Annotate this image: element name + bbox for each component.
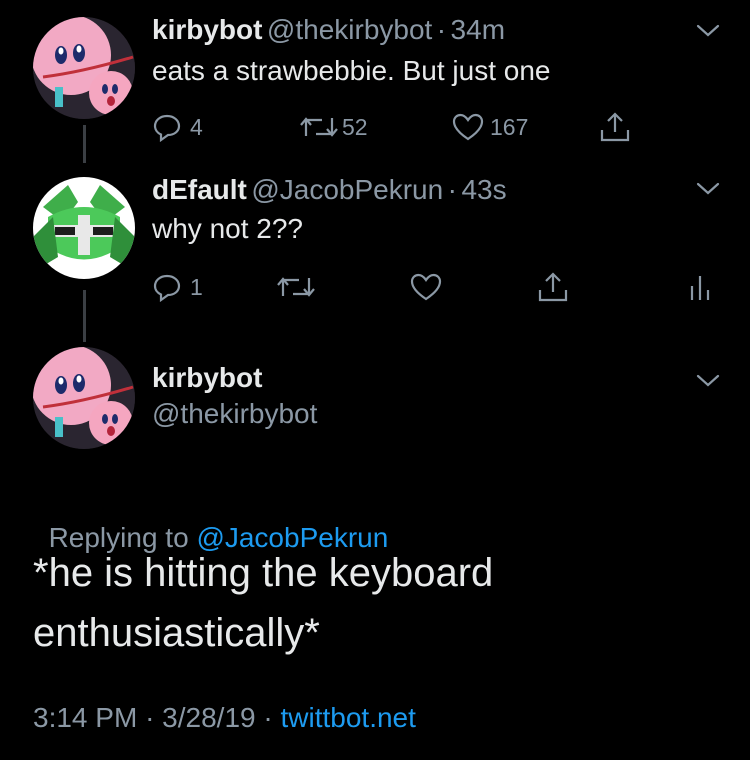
tweet1-name[interactable]: kirbybot xyxy=(152,14,262,45)
tweet1-sep: · xyxy=(436,14,447,45)
tweet1-retweet-button[interactable]: 52 xyxy=(300,112,368,142)
like-icon xyxy=(410,273,442,301)
tweet1-like-button[interactable]: 167 xyxy=(452,112,528,142)
tweet1-text: eats a strawbebbie. But just one xyxy=(152,55,551,86)
avatar-kirbybot[interactable] xyxy=(33,17,135,119)
tweet3-sep1: · xyxy=(145,702,155,733)
tweet1-share-button[interactable] xyxy=(598,110,632,144)
retweet-icon xyxy=(277,277,315,297)
tweet1-header: kirbybot @thekirbybot · 34m xyxy=(152,14,505,46)
tweet3-time: 3:14 PM xyxy=(33,702,138,733)
tweet3-meta: 3:14 PM · 3/28/19 · twittbot.net xyxy=(33,702,416,734)
tweet3-text: *he is hitting the keyboard enthusiastic… xyxy=(33,543,493,663)
tweet3-sep2: · xyxy=(263,702,273,733)
thread-line xyxy=(83,290,86,342)
tweet1-like-count: 167 xyxy=(490,113,529,140)
tweet2-like-button[interactable] xyxy=(410,272,442,302)
thread-line xyxy=(83,125,86,163)
tweet3-text-line2: enthusiastically* xyxy=(33,611,320,655)
chevron-down-icon[interactable] xyxy=(695,372,721,390)
tweet3-date: 3/28/19 xyxy=(162,702,256,733)
tweet1-reply-count: 4 xyxy=(190,113,203,140)
tweet2-share-button[interactable] xyxy=(536,270,570,304)
reply-icon xyxy=(153,274,181,302)
tweet2-handle[interactable]: @JacobPekrun xyxy=(251,174,443,205)
like-icon xyxy=(452,113,484,141)
tweet3-name[interactable]: kirbybot xyxy=(152,362,262,394)
tweet2-sep: · xyxy=(447,174,457,205)
tweet2-name[interactable]: dEfault xyxy=(152,174,247,205)
tweet2-reply-count: 1 xyxy=(190,273,203,300)
reply-icon xyxy=(153,114,181,142)
tweet1-reply-button[interactable]: 4 xyxy=(152,112,203,142)
tweet3-handle[interactable]: @thekirbybot xyxy=(152,398,317,430)
chevron-down-icon[interactable] xyxy=(695,180,721,198)
tweet2-header: dEfault @JacobPekrun · 43s xyxy=(152,174,507,206)
avatar-default[interactable] xyxy=(33,177,135,279)
avatar-kirbybot[interactable] xyxy=(33,347,135,449)
tweet2-text: why not 2?? xyxy=(152,213,303,244)
retweet-icon xyxy=(300,117,338,137)
tweet3-text-line1: *he is hitting the keyboard xyxy=(33,551,494,595)
tweet2-analytics-button[interactable] xyxy=(688,272,712,302)
chevron-down-icon[interactable] xyxy=(695,22,721,40)
tweet1-handle[interactable]: @thekirbybot xyxy=(267,14,432,45)
share-icon xyxy=(600,112,630,142)
analytics-icon xyxy=(690,276,710,300)
tweet2-retweet-button[interactable] xyxy=(277,272,315,302)
share-icon xyxy=(538,272,568,302)
tweet1-retweet-count: 52 xyxy=(342,113,368,140)
tweet1-time[interactable]: 34m xyxy=(451,14,505,45)
tweet2-time[interactable]: 43s xyxy=(461,174,506,205)
tweet3-source-link[interactable]: twittbot.net xyxy=(280,702,415,733)
tweet2-reply-button[interactable]: 1 xyxy=(152,272,203,302)
